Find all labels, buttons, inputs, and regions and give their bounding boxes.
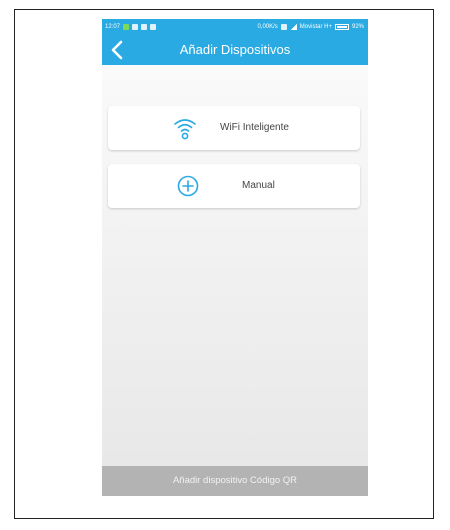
notification-icon [150,24,157,30]
notification-icon [132,24,139,30]
network-speed: 0,00K/s [257,24,278,30]
notification-icon [123,24,130,30]
app-bar: Añadir Dispositivos [102,35,368,65]
phone-screen: 12:07 0,00K/s Movistar H+ 92% Añadir Dis… [102,19,368,496]
page-title: Añadir Dispositivos [179,42,291,57]
wifi-icon [174,119,196,140]
option-label: WiFi Inteligente [220,122,289,133]
plus-circle-icon [177,175,199,197]
signal-icon [289,24,297,30]
carrier-name: Movistar H+ [299,24,332,30]
battery-level: 92% [351,24,364,30]
notification-icon [141,24,148,30]
add-device-qr-button[interactable]: Añadir dispositivo Código QR [102,466,368,496]
status-bar: 12:07 0,00K/s Movistar H+ 92% [102,19,368,35]
option-label: Manual [242,180,275,191]
wifi-inteligente-button[interactable]: WiFi Inteligente [108,106,360,150]
battery-icon [334,24,349,30]
manual-button[interactable]: Manual [108,164,360,208]
main-content: WiFi Inteligente Manual [102,65,368,466]
status-time: 12:07 [105,24,121,30]
alarm-icon [280,24,287,30]
